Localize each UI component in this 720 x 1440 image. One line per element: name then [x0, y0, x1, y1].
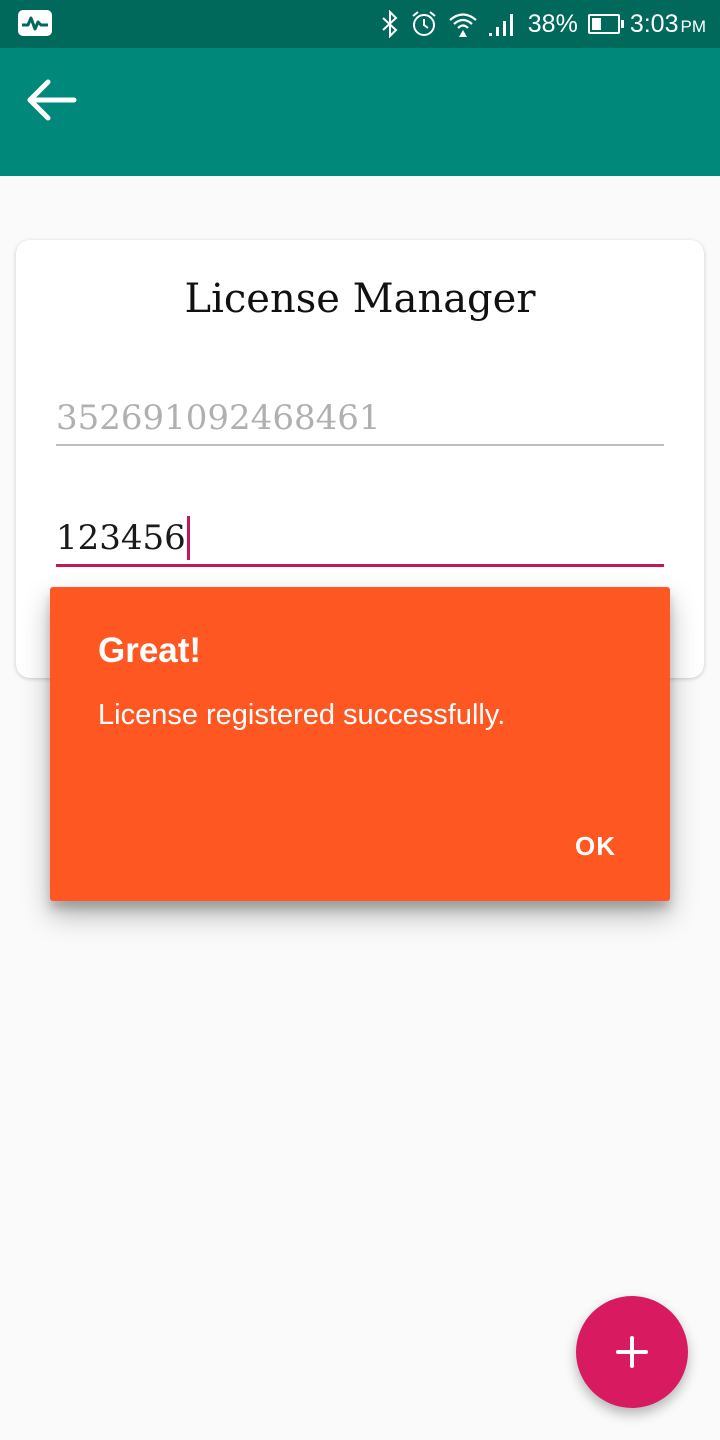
text-cursor [186, 516, 190, 560]
battery-percent: 38% [527, 9, 578, 38]
card-title: License Manager [184, 276, 536, 322]
app-notification-icon [18, 10, 52, 36]
battery-icon [587, 14, 624, 34]
battery-level [591, 18, 601, 30]
add-fab-button[interactable] [576, 1296, 688, 1408]
cell-signal-icon [488, 11, 518, 37]
alarm-icon [410, 10, 438, 38]
status-bar: 38% 3:03 PM [0, 0, 720, 48]
app-bar [0, 48, 720, 176]
license-key-value: 123456 [56, 518, 186, 558]
license-key-input[interactable]: 123456 [56, 516, 664, 567]
dialog-message: License registered successfully. [98, 699, 506, 731]
bluetooth-icon [380, 10, 400, 38]
back-button[interactable] [22, 74, 82, 126]
wifi-icon [448, 10, 478, 38]
dialog-title: Great! [98, 631, 202, 670]
plus-icon [616, 1336, 648, 1368]
device-id-value: 352691092468461 [56, 398, 381, 438]
device-id-field[interactable]: 352691092468461 [56, 396, 664, 446]
arrow-left-icon [27, 79, 77, 121]
success-dialog: Great! License registered successfully. … [50, 587, 670, 901]
ok-button[interactable]: OK [571, 831, 620, 862]
status-clock: 3:03 PM [629, 9, 706, 38]
